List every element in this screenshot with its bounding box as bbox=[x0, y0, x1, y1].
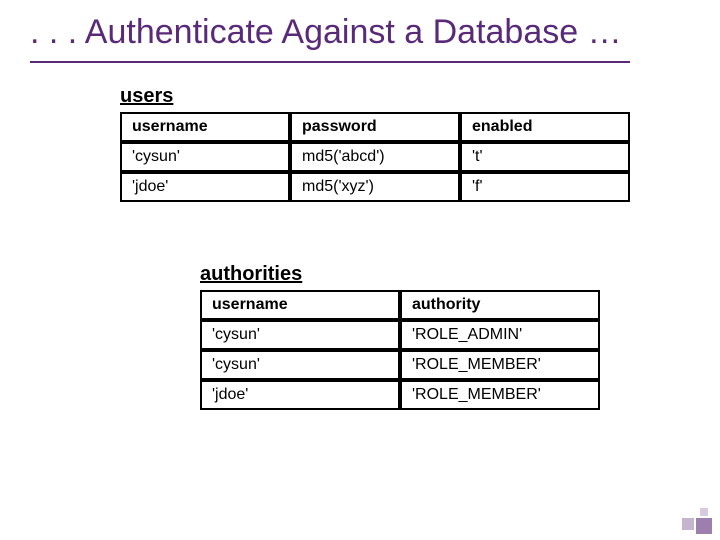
corner-decoration-icon bbox=[676, 498, 712, 534]
slide-title: . . . Authenticate Against a Database … bbox=[0, 0, 720, 59]
cell: md5('xyz') bbox=[290, 172, 460, 202]
users-col-password: password bbox=[290, 112, 460, 142]
cell: 'ROLE_ADMIN' bbox=[400, 320, 600, 350]
cell: 'ROLE_MEMBER' bbox=[400, 350, 600, 380]
authorities-table-title: authorities bbox=[200, 263, 600, 286]
authorities-col-username: username bbox=[200, 290, 400, 320]
cell: 'f' bbox=[460, 172, 630, 202]
cell: 'cysun' bbox=[120, 142, 290, 172]
table-row: 'jdoe' 'ROLE_MEMBER' bbox=[200, 380, 600, 410]
users-table-title: users bbox=[120, 85, 630, 108]
table-row: 'cysun' 'ROLE_ADMIN' bbox=[200, 320, 600, 350]
authorities-table: username authority 'cysun' 'ROLE_ADMIN' … bbox=[200, 290, 600, 410]
users-col-enabled: enabled bbox=[460, 112, 630, 142]
users-table: username password enabled 'cysun' md5('a… bbox=[120, 112, 630, 202]
authorities-col-authority: authority bbox=[400, 290, 600, 320]
table-row: 'cysun' md5('abcd') 't' bbox=[120, 142, 630, 172]
table-row: 'cysun' 'ROLE_MEMBER' bbox=[200, 350, 600, 380]
authorities-table-section: authorities username authority 'cysun' '… bbox=[200, 263, 600, 410]
cell: 'ROLE_MEMBER' bbox=[400, 380, 600, 410]
cell: 't' bbox=[460, 142, 630, 172]
cell: 'cysun' bbox=[200, 320, 400, 350]
authorities-header-row: username authority bbox=[200, 290, 600, 320]
users-col-username: username bbox=[120, 112, 290, 142]
users-table-section: users username password enabled 'cysun' … bbox=[120, 85, 630, 202]
cell: 'jdoe' bbox=[120, 172, 290, 202]
cell: md5('abcd') bbox=[290, 142, 460, 172]
cell: 'jdoe' bbox=[200, 380, 400, 410]
slide-content: users username password enabled 'cysun' … bbox=[0, 63, 720, 83]
cell: 'cysun' bbox=[200, 350, 400, 380]
table-row: 'jdoe' md5('xyz') 'f' bbox=[120, 172, 630, 202]
users-header-row: username password enabled bbox=[120, 112, 630, 142]
